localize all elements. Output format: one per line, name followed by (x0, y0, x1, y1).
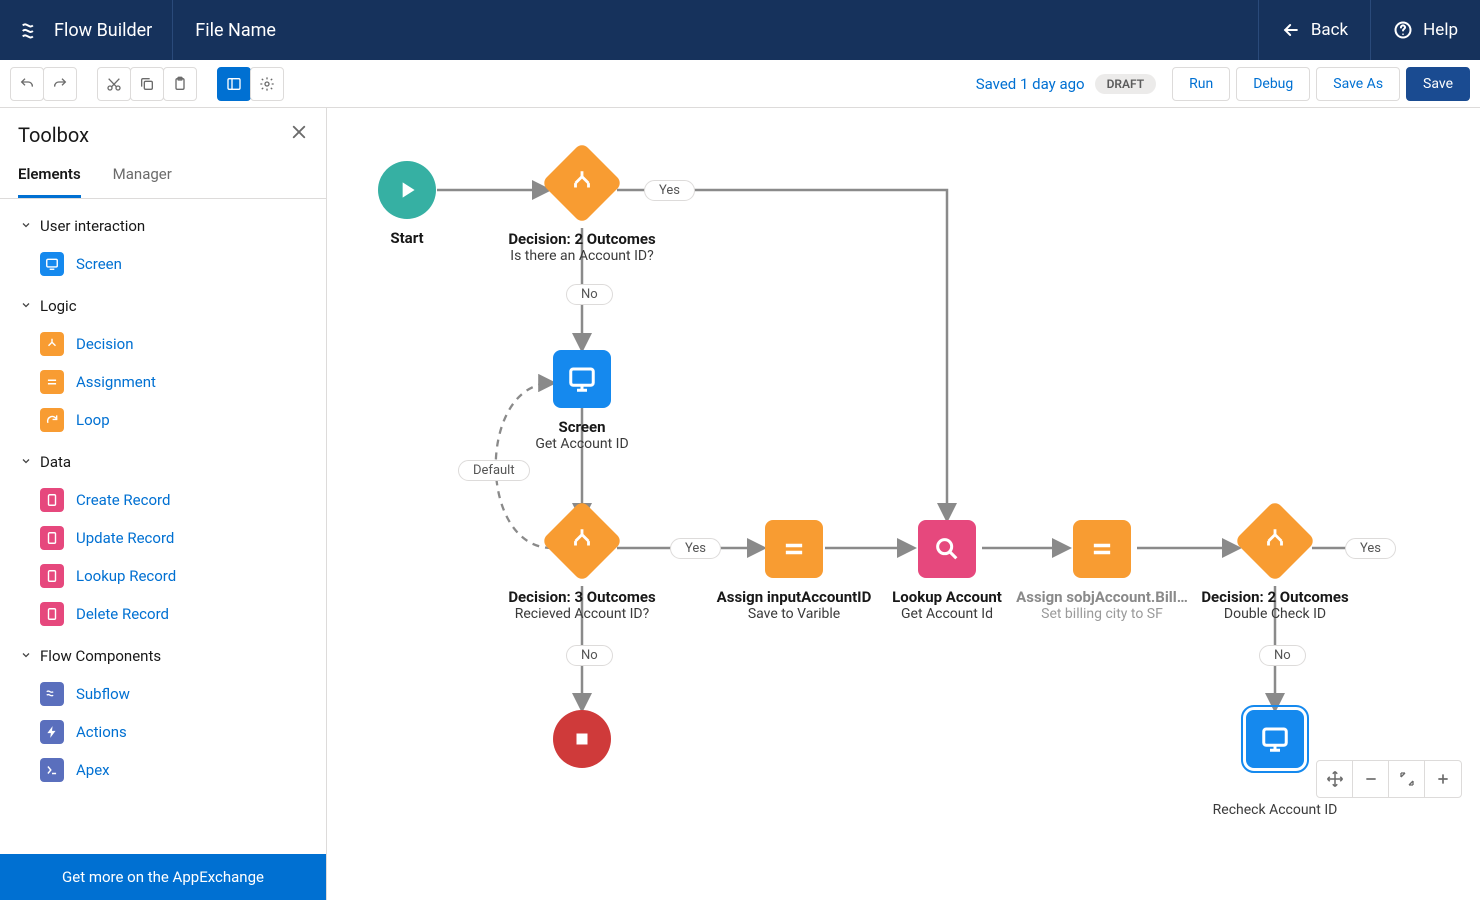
doc-icon (40, 602, 64, 626)
palette-subflow[interactable]: Subflow (0, 675, 326, 713)
assignment-icon (1073, 520, 1131, 578)
copy-button[interactable] (130, 67, 164, 101)
assignment-icon (40, 370, 64, 394)
node-decision-1[interactable]: Decision: 2 Outcomes Is there an Account… (492, 154, 672, 264)
doc-icon (40, 564, 64, 588)
lookup-icon (918, 520, 976, 578)
zoom-out-button[interactable] (1353, 761, 1389, 797)
settings-button[interactable] (250, 67, 284, 101)
zoom-in-button[interactable] (1425, 761, 1461, 797)
palette-delete-record[interactable]: Delete Record (0, 595, 326, 633)
tab-manager[interactable]: Manager (113, 153, 172, 198)
cat-head-data[interactable]: Data (0, 445, 326, 479)
screen-icon (1246, 710, 1304, 768)
save-button[interactable]: Save (1406, 67, 1470, 101)
screen-icon (40, 252, 64, 276)
cat-head-logic[interactable]: Logic (0, 289, 326, 323)
decision-icon (541, 500, 623, 582)
chevron-down-icon (20, 453, 32, 471)
chevron-down-icon (20, 297, 32, 315)
flow-builder-icon (20, 19, 42, 41)
edge-label-d2-default: Default (458, 460, 530, 481)
cat-label: User interaction (40, 217, 145, 235)
help-button[interactable]: Help (1370, 0, 1480, 60)
cat-head-flow-components[interactable]: Flow Components (0, 639, 326, 673)
decision-icon (541, 142, 623, 224)
node-assign-2[interactable]: Assign sobjAccount.Bill… Set billing cit… (1012, 520, 1192, 622)
cat-head-user-interaction[interactable]: User interaction (0, 209, 326, 243)
run-button[interactable]: Run (1172, 67, 1230, 101)
edge-label-d3-no: No (1259, 645, 1306, 666)
draft-badge: DRAFT (1095, 74, 1157, 94)
stop-icon (553, 710, 611, 768)
paste-button[interactable] (163, 67, 197, 101)
debug-button[interactable]: Debug (1236, 67, 1310, 101)
edge-label-d2-no: No (566, 645, 613, 666)
saved-time-label: Saved 1 day ago (976, 75, 1085, 93)
palette-screen[interactable]: Screen (0, 245, 326, 283)
toggle-toolbox-button[interactable] (217, 67, 251, 101)
bolt-icon (40, 720, 64, 744)
node-start[interactable]: Start (327, 161, 497, 247)
palette-create-record[interactable]: Create Record (0, 481, 326, 519)
node-stop[interactable] (492, 710, 672, 768)
app-title: Flow Builder (54, 20, 152, 41)
back-label: Back (1311, 20, 1348, 40)
palette-actions[interactable]: Actions (0, 713, 326, 751)
doc-icon (40, 526, 64, 550)
screen-icon (553, 350, 611, 408)
brand-area: Flow Builder (0, 0, 173, 60)
palette-decision[interactable]: Decision (0, 325, 326, 363)
back-button[interactable]: Back (1258, 0, 1370, 60)
palette-update-record[interactable]: Update Record (0, 519, 326, 557)
node-screen-1[interactable]: Screen Get Account ID (492, 350, 672, 452)
zoom-controls (1316, 760, 1462, 798)
edge-label-d1-no: No (566, 284, 613, 305)
chevron-down-icon (20, 217, 32, 235)
close-toolbox-button[interactable] (290, 122, 308, 147)
undo-button[interactable] (10, 67, 44, 101)
redo-button[interactable] (43, 67, 77, 101)
zoom-fit-button[interactable] (1389, 761, 1425, 797)
doc-icon (40, 488, 64, 512)
node-decision-3[interactable]: Decision: 2 Outcomes Double Check ID (1185, 512, 1365, 622)
toolbox-tabs: Elements Manager (0, 153, 326, 199)
tab-elements[interactable]: Elements (18, 153, 81, 198)
cat-label: Logic (40, 297, 77, 315)
toolbox-title: Toolbox (18, 123, 89, 147)
toolbox-panel: Toolbox Elements Manager User interactio… (0, 108, 327, 900)
palette-lookup-record[interactable]: Lookup Record (0, 557, 326, 595)
start-icon (378, 161, 436, 219)
cat-label: Flow Components (40, 647, 161, 665)
help-icon (1393, 20, 1413, 40)
palette-assignment[interactable]: Assignment (0, 363, 326, 401)
save-status: Saved 1 day ago DRAFT (976, 74, 1156, 94)
edge-label-d1-yes: Yes (644, 180, 695, 201)
cut-button[interactable] (97, 67, 131, 101)
action-bar: Saved 1 day ago DRAFT Run Debug Save As … (0, 60, 1480, 108)
terminal-icon (40, 758, 64, 782)
decision-icon (1234, 500, 1316, 582)
palette-apex[interactable]: Apex (0, 751, 326, 789)
chevron-down-icon (20, 647, 32, 665)
palette-loop[interactable]: Loop (0, 401, 326, 439)
app-header: Flow Builder File Name Back Help (0, 0, 1480, 60)
cat-label: Data (40, 453, 71, 471)
file-name: File Name (173, 20, 298, 41)
node-decision-2[interactable]: Decision: 3 Outcomes Recieved Account ID… (492, 512, 672, 622)
edge-label-d3-yes: Yes (1345, 538, 1396, 559)
loop-icon (40, 408, 64, 432)
back-arrow-icon (1281, 20, 1301, 40)
appexchange-button[interactable]: Get more on the AppExchange (0, 854, 326, 900)
save-as-button[interactable]: Save As (1316, 67, 1400, 101)
subflow-icon (40, 682, 64, 706)
help-label: Help (1423, 20, 1458, 40)
node-lookup[interactable]: Lookup Account Get Account Id (857, 520, 1037, 622)
flow-canvas[interactable]: Start Decision: 2 Outcomes Is there an A… (327, 108, 1480, 900)
decision-icon (40, 332, 64, 356)
pan-button[interactable] (1317, 761, 1353, 797)
assignment-icon (765, 520, 823, 578)
toolbox-categories: User interaction Screen Logic Decision (0, 199, 326, 854)
